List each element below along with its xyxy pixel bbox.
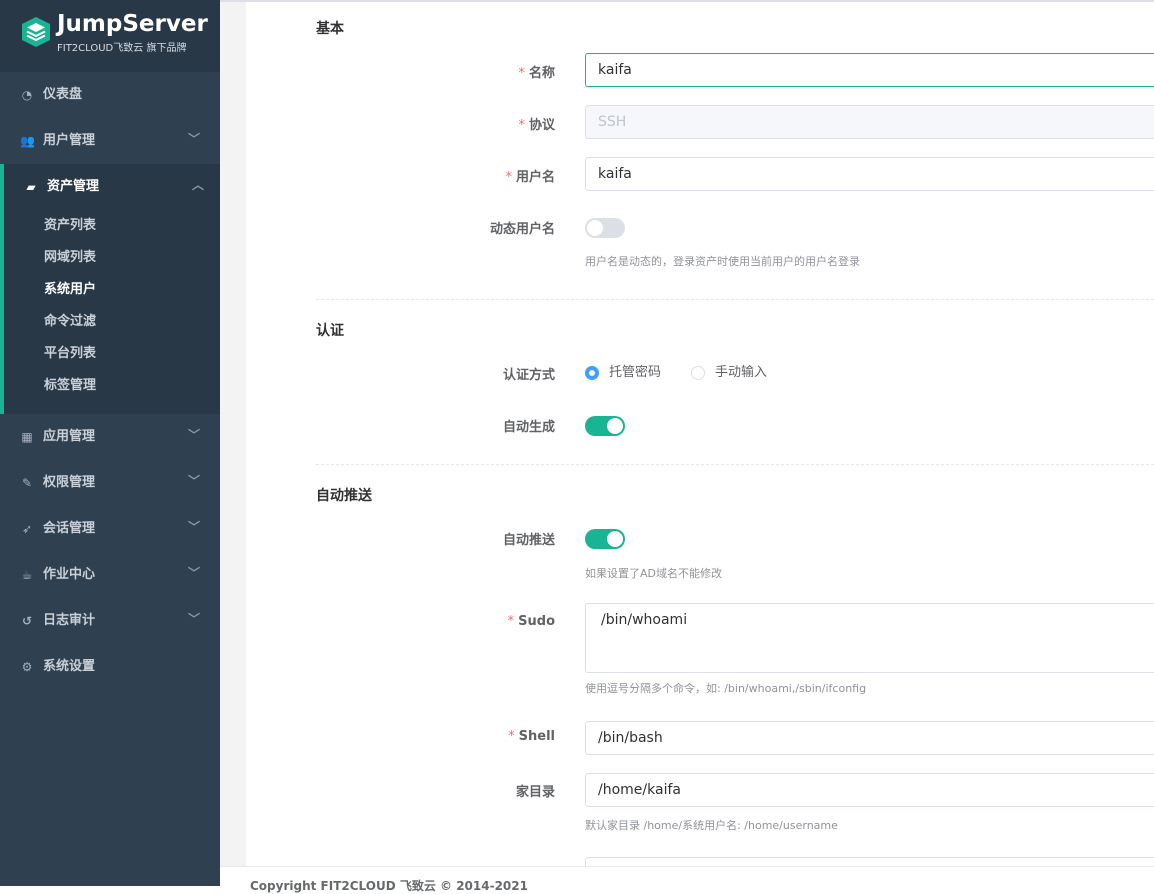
username-label-text: 用户名 (515, 170, 555, 185)
users-icon: 👥 (20, 134, 35, 148)
section-title-auth: 认证 (316, 323, 344, 339)
name-input[interactable]: kaifa (585, 53, 1154, 87)
radio-unchecked-icon (691, 366, 705, 380)
brand-title: JumpServer (57, 11, 208, 37)
dashboard-icon: ◔ (21, 88, 33, 102)
sidebar-item-settings[interactable]: ⚙ 系统设置 (0, 644, 220, 690)
sudo-label: * Sudo (508, 614, 555, 629)
sudo-label-text: Sudo (518, 614, 555, 629)
auth-method-label: 认证方式 (502, 368, 555, 383)
system-user-form: 基本 * 名称 kaifa * 协议 SSH * 用户名 kaifa 动态用户名 用户… (246, 2, 1154, 877)
chevron-down-icon: ﹀ (188, 566, 201, 580)
sidebar-item-dashboard[interactable]: ◔ 仪表盘 (0, 72, 220, 118)
sidebar-item-label: 应用管理 (43, 429, 96, 444)
home-dir-label: 家目录 (515, 785, 555, 800)
chevron-down-icon: ﹀ (188, 520, 201, 534)
dynamic-username-help: 用户名是动态的，登录资产时使用当前用户的用户名登录 (585, 255, 860, 268)
jumpserver-logo-icon (22, 17, 50, 47)
username-label: * 用户名 (505, 166, 555, 185)
chevron-down-icon: ﹀ (188, 474, 201, 488)
radio-label: 手动输入 (715, 365, 768, 380)
required-mark: * (507, 614, 515, 629)
content-gutter (220, 2, 246, 866)
sidebar-subitem-label-management[interactable]: 标签管理 (4, 370, 220, 402)
sidebar-item-applications[interactable]: ▦ 应用管理 ﹀ (0, 414, 220, 460)
required-mark: * (518, 66, 525, 81)
protocol-label: * 协议 (518, 114, 555, 133)
switch-knob (607, 531, 623, 547)
sidebar-item-assets[interactable]: ▰ 资产管理 ︿ (0, 164, 220, 210)
section-divider (316, 299, 1154, 300)
footer: Copyright FIT2CLOUD 飞致云 © 2014-2021 (220, 866, 1154, 893)
sidebar-item-permissions[interactable]: ✎ 权限管理 ﹀ (0, 460, 220, 506)
chevron-down-icon: ﹀ (188, 612, 201, 626)
sudo-help: 使用逗号分隔多个命令，如: /bin/whoami,/sbin/ifconfig (585, 682, 867, 695)
home-dir-help: 默认家目录 /home/系统用户名: /home/username (585, 819, 838, 832)
sidebar-item-label: 用户管理 (43, 133, 96, 148)
home-dir-input[interactable]: /home/kaifa (585, 773, 1154, 807)
radio-checked-icon (585, 366, 599, 380)
section-divider (316, 464, 1154, 465)
gears-icon: ⚙ (21, 660, 33, 674)
radio-manual-input[interactable]: 手动输入 (691, 365, 781, 381)
grid-icon: ▦ (21, 430, 33, 444)
sidebar-menu: ◔ 仪表盘 👥 用户管理 ﹀ ▰ 资产管理 ︿ 资产列表 网域列表 系统用户 命… (0, 72, 220, 690)
sidebar-item-label: 仪表盘 (43, 87, 83, 102)
sidebar-item-label: 权限管理 (43, 475, 96, 490)
chevron-down-icon: ﹀ (188, 428, 201, 442)
brand-subtitle: FIT2CLOUD飞致云 旗下品牌 (57, 43, 187, 54)
auto-push-help: 如果设置了AD域名不能修改 (585, 567, 722, 580)
sidebar-subitem-command-filters[interactable]: 命令过滤 (4, 306, 220, 338)
section-title-auto-push: 自动推送 (316, 488, 372, 504)
auto-generate-label: 自动生成 (502, 420, 555, 435)
sidebar-subitem-domain-list[interactable]: 网域列表 (4, 242, 220, 274)
required-mark: * (505, 170, 512, 185)
shell-input[interactable]: /bin/bash (585, 721, 1154, 755)
coffee-icon: ☕ (21, 568, 33, 582)
radio-managed-password[interactable]: 托管密码 (585, 365, 675, 381)
brand-logo[interactable]: JumpServer FIT2CLOUD飞致云 旗下品牌 (0, 0, 220, 72)
protocol-label-text: 协议 (528, 118, 555, 133)
auto-push-label: 自动推送 (502, 533, 555, 548)
sidebar: JumpServer FIT2CLOUD飞致云 旗下品牌 ◔ 仪表盘 👥 用户管… (0, 0, 220, 886)
switch-knob (587, 220, 603, 236)
sidebar-item-sessions[interactable]: ➶ 会话管理 ﹀ (0, 506, 220, 552)
sidebar-item-audit-logs[interactable]: ↺ 日志审计 ﹀ (0, 598, 220, 644)
sidebar-subitem-asset-list[interactable]: 资产列表 (4, 210, 220, 242)
username-input[interactable]: kaifa (585, 157, 1154, 191)
history-icon: ↺ (21, 614, 33, 628)
chevron-up-icon: ︿ (192, 178, 205, 192)
name-label: * 名称 (518, 62, 555, 81)
inbox-icon: ▰ (26, 180, 36, 194)
protocol-input: SSH (585, 105, 1154, 139)
name-label-text: 名称 (528, 66, 555, 81)
sidebar-submenu-assets: 资产列表 网域列表 系统用户 命令过滤 平台列表 标签管理 (0, 210, 220, 414)
rocket-icon: ➶ (21, 522, 33, 536)
required-mark: * (518, 118, 525, 133)
sidebar-item-label: 系统设置 (43, 659, 96, 674)
sudo-textarea[interactable]: /bin/whoami (585, 603, 1154, 673)
dynamic-username-switch[interactable] (585, 218, 625, 238)
sidebar-item-label: 会话管理 (43, 521, 96, 536)
sidebar-subitem-system-users[interactable]: 系统用户 (4, 274, 220, 306)
chevron-down-icon: ﹀ (188, 132, 201, 146)
edit-icon: ✎ (21, 476, 33, 490)
switch-knob (607, 418, 623, 434)
shell-label: * Shell (508, 729, 555, 744)
shell-label-text: Shell (518, 729, 555, 744)
sidebar-item-label: 资产管理 (47, 179, 100, 194)
auto-generate-switch[interactable] (585, 416, 625, 436)
sidebar-item-label: 日志审计 (43, 613, 96, 628)
sidebar-item-label: 作业中心 (43, 567, 96, 582)
sidebar-subitem-platform-list[interactable]: 平台列表 (4, 338, 220, 370)
sidebar-item-jobs[interactable]: ☕ 作业中心 ﹀ (0, 552, 220, 598)
dynamic-username-label: 动态用户名 (489, 222, 555, 237)
radio-label: 托管密码 (609, 365, 662, 380)
section-title-basic: 基本 (316, 21, 344, 37)
sidebar-item-users[interactable]: 👥 用户管理 ﹀ (0, 118, 220, 164)
required-mark: * (508, 729, 515, 744)
auto-push-switch[interactable] (585, 529, 625, 549)
